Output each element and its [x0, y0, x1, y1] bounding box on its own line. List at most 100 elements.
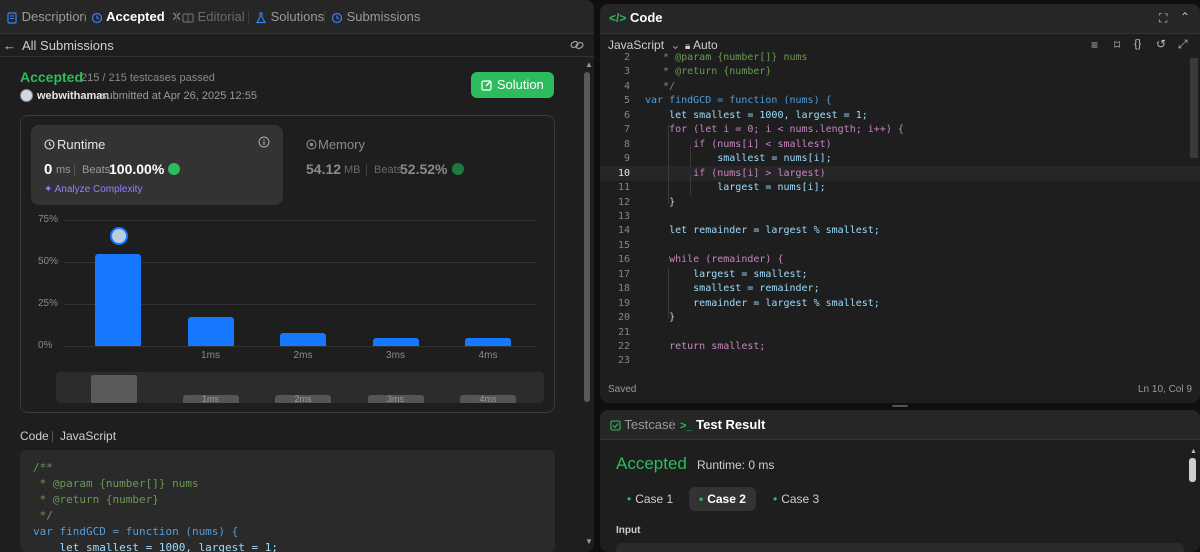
indent-guide — [690, 175, 691, 195]
line-number: 19 — [617, 297, 630, 309]
test-runtime: Runtime: 0 ms — [697, 458, 775, 472]
code-line: */ — [33, 509, 53, 522]
editor-scrollbar[interactable] — [1190, 58, 1198, 158]
braces-icon[interactable]: {} — [1134, 38, 1141, 50]
runtime-value: 0 — [44, 161, 53, 178]
test-scrollbar[interactable] — [1189, 458, 1196, 482]
editor-code-line[interactable]: let smallest = 1000, largest = 1; — [645, 110, 868, 121]
reset-icon[interactable]: ↺ — [1156, 37, 1166, 51]
line-number: 9 — [623, 153, 630, 165]
code-line: * @return {number} — [33, 493, 159, 506]
editor-code-line[interactable]: while (remainder) { — [645, 254, 783, 265]
pass-dot-icon: • — [773, 492, 778, 506]
cursor-position: Ln 10, Col 9 — [1138, 384, 1192, 395]
editor-code-line[interactable]: */ — [645, 81, 675, 92]
solution-button[interactable]: Solution — [471, 72, 554, 98]
arrow-left-icon: ← — [3, 38, 16, 53]
tab-submissions-label: Submissions — [346, 9, 421, 24]
pass-dot-icon: • — [699, 492, 704, 506]
line-number: 3 — [623, 66, 630, 78]
editor-code-line[interactable]: largest = nums[i]; — [645, 182, 825, 193]
code-section-language: JavaScript — [60, 429, 117, 443]
case-tab-2[interactable]: • Case 2 — [689, 487, 756, 511]
scroll-up-icon[interactable]: ▲ — [1190, 448, 1197, 455]
scroll-thumb[interactable] — [584, 72, 590, 402]
case-tab-1[interactable]: • Case 1 — [617, 487, 683, 511]
editor-code-line[interactable]: } — [645, 312, 675, 323]
tab-test-result-label: Test Result — [696, 417, 766, 432]
auto-mode-label: Auto — [693, 38, 718, 52]
checkbox-icon — [610, 420, 621, 431]
link-icon[interactable] — [570, 39, 584, 51]
editor-code-line[interactable]: var findGCD = function (nums) { — [645, 95, 832, 106]
left-scrollbar[interactable]: ▲ ▼ — [582, 60, 593, 550]
history-icon — [91, 12, 103, 23]
tab-solutions-label: Solutions — [270, 9, 325, 24]
editor-code-line[interactable]: remainder = largest % smallest; — [645, 298, 880, 309]
result-status: Accepted — [20, 69, 84, 85]
user-position-avatar — [110, 227, 128, 245]
case-tab-3[interactable]: • Case 3 — [763, 487, 829, 511]
line-number: 8 — [623, 138, 630, 150]
navigator-selected-bar — [91, 375, 137, 403]
editor-code-line[interactable]: let remainder = largest % smallest; — [645, 225, 880, 236]
scroll-up-icon[interactable]: ▲ — [585, 60, 593, 69]
avatar[interactable] — [20, 89, 33, 102]
editor-code-line[interactable]: if (nums[i] < smallest) — [645, 139, 831, 150]
tab-accepted[interactable]: Accepted ✕ — [91, 0, 182, 34]
editor-code-line[interactable]: if (nums[i] > largest) — [645, 168, 825, 179]
tab-description[interactable]: Description — [6, 0, 87, 34]
tab-testcase-label: Testcase — [624, 417, 676, 432]
navigator-label: 4ms — [460, 395, 516, 404]
analyze-complexity-link[interactable]: ✦ Analyze Complexity — [44, 184, 142, 195]
input-label: Input — [616, 525, 641, 536]
memory-unit: MB — [344, 164, 361, 176]
line-number: 15 — [617, 239, 630, 251]
lock-icon: 🔒︎ — [685, 41, 691, 52]
scroll-down-icon[interactable]: ▼ — [585, 537, 593, 546]
editor-code-line[interactable]: * @return {number} — [645, 66, 771, 77]
chevron-down-icon: ⌄ — [670, 38, 681, 52]
panel-resize-handle[interactable] — [892, 405, 908, 407]
language-select[interactable]: JavaScript ⌄ — [608, 38, 680, 52]
tab-editorial[interactable]: Editorial — [182, 0, 245, 34]
fullscreen-icon[interactable]: ⛶ — [1159, 11, 1167, 26]
tab-test-result[interactable]: >_ Test Result — [680, 410, 765, 440]
line-number: 23 — [617, 355, 630, 367]
memory-chip-icon — [306, 139, 317, 150]
expand-icon[interactable]: ⤢ — [1178, 37, 1188, 52]
info-icon[interactable] — [258, 136, 270, 148]
username[interactable]: webwithaman — [37, 90, 109, 102]
memory-title: Memory — [318, 137, 365, 152]
tab-submissions[interactable]: Submissions — [331, 0, 420, 34]
back-link[interactable]: ← All Submissions — [3, 38, 114, 53]
collapse-icon[interactable]: ⌃ — [1180, 10, 1190, 24]
editor-code-line[interactable]: for (let i = 0; i < nums.length; i++) { — [645, 124, 904, 135]
line-number: 18 — [617, 283, 630, 295]
document-icon — [7, 11, 17, 24]
save-status: Saved — [608, 384, 637, 395]
tab-testcase[interactable]: Testcase — [610, 410, 676, 440]
bookmark-icon[interactable]: ⌑ — [1114, 38, 1120, 52]
memory-beats-value: 52.52% — [400, 161, 448, 177]
editor-code-line[interactable]: * @param {number[]} nums — [645, 52, 808, 63]
code-section-label: Code — [20, 429, 49, 443]
editor-code-line[interactable]: smallest = nums[i]; — [645, 153, 831, 164]
memory-beats-label: Beats — [374, 164, 403, 176]
editor-code-line[interactable]: return smallest; — [645, 341, 765, 352]
navigator-label: 2ms — [275, 395, 331, 404]
case-tab-label: Case 2 — [707, 492, 746, 506]
tab-code[interactable]: </> Code — [609, 4, 662, 32]
editor-code-line[interactable]: largest = smallest; — [645, 269, 807, 280]
sparkle-icon: ✦ — [44, 184, 53, 195]
test-tab-bar: Testcase >_ Test Result — [600, 410, 1200, 440]
editor-code-line[interactable]: smallest = remainder; — [645, 283, 819, 294]
line-number: 6 — [623, 109, 630, 121]
format-icon[interactable]: ≡ — [1091, 38, 1098, 52]
tab-editorial-label: Editorial — [197, 9, 245, 24]
code-tab-bar: </> Code ⛶ ⌃ — [600, 4, 1200, 34]
editor-code-line[interactable]: } — [645, 197, 675, 208]
indent-guide — [690, 145, 691, 167]
auto-mode[interactable]: 🔒︎ Auto — [685, 38, 718, 52]
tab-solutions[interactable]: Solutions — [255, 0, 324, 34]
